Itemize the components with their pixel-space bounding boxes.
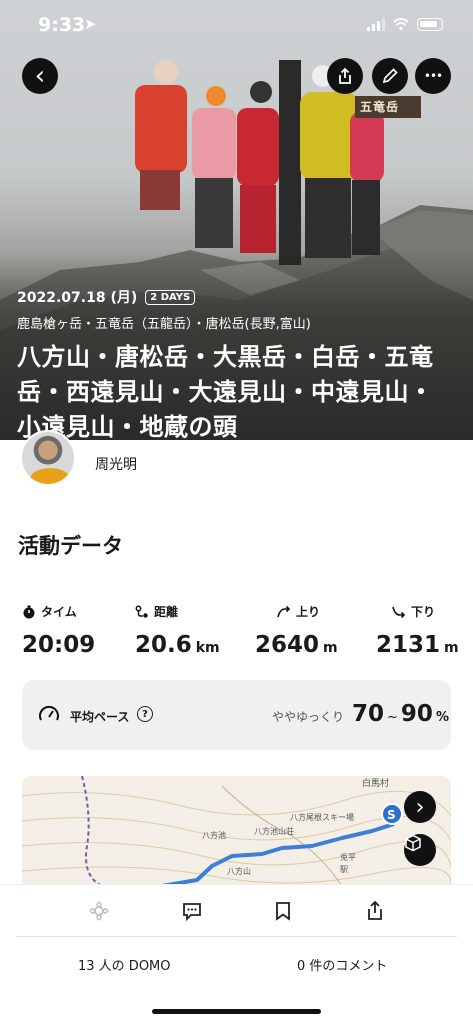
pace-tilde: ~ (387, 710, 398, 725)
pace-value: 70 ~90% (352, 701, 449, 727)
user-name[interactable]: 周光明 (95, 454, 137, 474)
route-icon (135, 605, 148, 618)
hero-info: 2022.07.18 (月) 2 DAYS 鹿島槍ヶ岳・五竜岳（五龍岳）・唐松岳… (17, 287, 457, 445)
map-label: 八方池山荘 (254, 826, 294, 836)
speedometer-icon (39, 705, 59, 721)
ascent-icon (277, 605, 291, 617)
stats-row: タイム 20:09 距離 20.6 km 上り 2640 m 下り 2131 m (0, 603, 473, 673)
pace-label: 平均ペース (70, 710, 130, 724)
more-icon: ••• (423, 69, 443, 83)
more-button[interactable]: ••• (415, 58, 451, 94)
share-button[interactable] (327, 58, 363, 94)
home-indicator[interactable] (152, 1009, 321, 1014)
share-activity-button[interactable] (363, 899, 387, 923)
pace-description: ややゆっくり (272, 710, 345, 724)
status-time: 9:33 (38, 14, 86, 36)
route-map[interactable]: 白馬村 八方尾根スキー場 八方池山荘 八方山 八方池 兎平 駅 S › (22, 776, 451, 886)
stat-distance: 距離 20.6 km (135, 603, 220, 658)
edit-button[interactable] (372, 58, 408, 94)
stat-descent: 下り 2131 m (376, 603, 459, 658)
summit-sign-text: 五竜岳 (360, 100, 400, 114)
days-badge: 2 DAYS (145, 289, 196, 305)
comment-icon (183, 903, 201, 922)
stat-value: 20.6 (135, 632, 192, 658)
domo-button[interactable] (87, 899, 111, 923)
share-icon (368, 900, 382, 920)
stat-label: タイム (41, 605, 77, 619)
status-icons (367, 17, 443, 31)
stat-ascent: 上り 2640 m (255, 603, 338, 658)
pace-unit: % (435, 710, 449, 725)
battery-icon (417, 17, 443, 31)
section-title: 活動データ (18, 534, 123, 558)
stat-unit: km (195, 640, 220, 656)
stat-time: タイム 20:09 (22, 603, 95, 658)
map-label: 八方尾根スキー場 (290, 812, 354, 822)
map-label: 白馬村 (362, 777, 389, 789)
wifi-icon (393, 17, 409, 30)
peaks-list[interactable]: 鹿島槍ヶ岳・五竜岳（五龍岳）・唐松岳(長野,富山) (17, 313, 457, 332)
stat-unit: m (444, 640, 459, 656)
stat-unit: m (323, 640, 338, 656)
comment-button[interactable] (180, 899, 204, 923)
stat-value: 2640 (255, 632, 320, 658)
location-arrow-icon: ➤ (84, 15, 97, 33)
map-expand-button[interactable]: › (404, 791, 436, 823)
map-label: 八方池 (202, 830, 226, 840)
comment-count[interactable]: 0 件のコメント (297, 955, 387, 974)
stat-value: 20:09 (22, 632, 96, 658)
pace-max: 90 (400, 701, 433, 727)
svg-text:S: S (387, 808, 396, 822)
signal-icon (367, 17, 385, 31)
stat-value: 2131 (376, 632, 441, 658)
help-icon[interactable]: ? (137, 706, 153, 722)
divider (16, 936, 457, 937)
map-3d-button[interactable] (404, 834, 436, 866)
map-label: 八方山 (227, 866, 251, 876)
stat-label: 下り (411, 605, 436, 619)
status-bar: 9:33 ➤ (0, 0, 473, 50)
domo-flower-icon (89, 901, 109, 921)
bookmark-button[interactable] (271, 899, 295, 923)
domo-count[interactable]: 13 人の DOMO (78, 955, 171, 974)
chevron-right-icon: › (415, 794, 425, 820)
stat-label: 上り (296, 605, 321, 619)
map-canvas: 白馬村 八方尾根スキー場 八方池山荘 八方山 八方池 兎平 駅 S (22, 776, 451, 886)
cube-icon (405, 834, 421, 852)
bookmark-icon (276, 902, 290, 921)
activity-title: 八方山・唐松岳・大黒岳・白岳・五竜岳・西遠見山・大遠見山・中遠見山・小遠見山・地… (17, 343, 434, 441)
descent-icon (392, 606, 406, 618)
action-bar (0, 884, 473, 936)
map-label: 兎平 (340, 852, 356, 862)
stopwatch-icon (23, 605, 35, 618)
back-button[interactable]: ‹ (22, 58, 58, 94)
stat-label: 距離 (154, 605, 179, 619)
map-label: 駅 (340, 865, 348, 874)
date-row: 2022.07.18 (月) 2 DAYS (17, 287, 457, 307)
pace-card: 平均ペース ? ややゆっくり 70 ~90% (22, 680, 451, 750)
activity-date: 2022.07.18 (月) (17, 290, 138, 306)
pace-min: 70 (352, 701, 385, 727)
avatar[interactable] (20, 430, 76, 486)
chevron-left-icon: ‹ (34, 61, 46, 91)
share-icon (339, 67, 351, 84)
pencil-icon (382, 68, 398, 84)
